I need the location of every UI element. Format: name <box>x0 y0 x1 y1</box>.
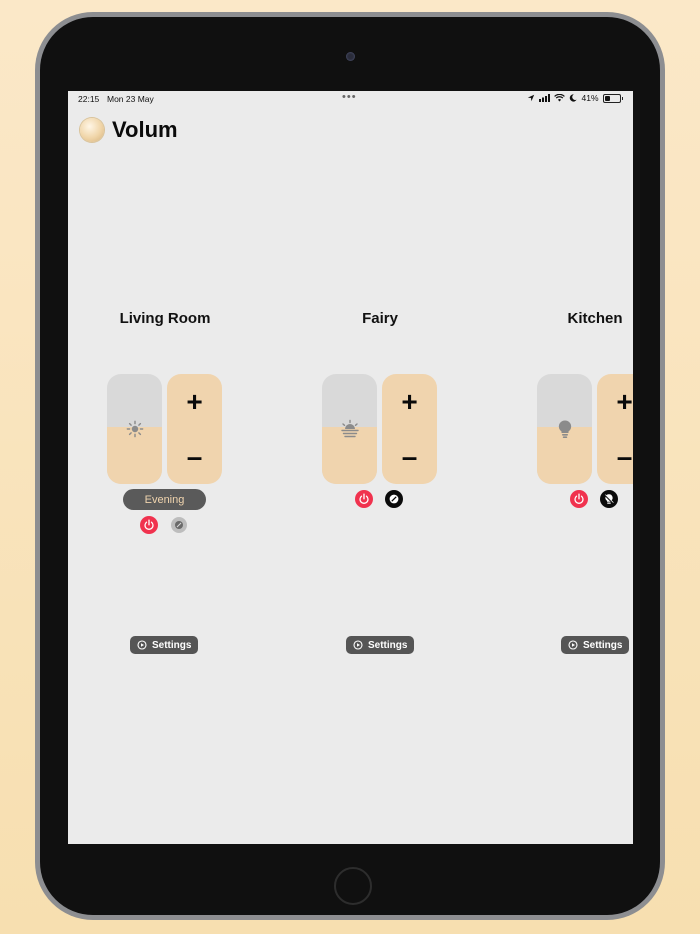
gear-icon <box>137 640 147 650</box>
app-screen: 22:15 Mon 23 May ••• 41% Volum Living Ro… <box>68 91 633 844</box>
room-title: Kitchen <box>567 310 623 327</box>
brightness-stepper: + – <box>382 374 437 484</box>
edit-button[interactable] <box>385 490 403 508</box>
room-card-living-room: Living Room + – Evening Settings <box>85 91 245 844</box>
power-button[interactable] <box>570 490 588 508</box>
decrease-button[interactable]: – <box>382 429 437 484</box>
increase-button[interactable]: + <box>597 374 633 429</box>
settings-label: Settings <box>583 639 623 651</box>
power-button[interactable] <box>355 490 373 508</box>
brightness-slider[interactable] <box>322 374 377 484</box>
room-title: Fairy <box>362 310 398 327</box>
gear-icon <box>568 640 578 650</box>
pencil-icon <box>389 494 399 504</box>
settings-button[interactable]: Settings <box>561 636 630 654</box>
power-button[interactable] <box>140 516 158 534</box>
brightness-stepper: + – <box>167 374 222 484</box>
gear-icon <box>353 640 363 650</box>
home-button[interactable] <box>334 867 372 905</box>
increase-button[interactable]: + <box>382 374 437 429</box>
sunrise-icon <box>340 419 359 438</box>
pencil-icon <box>175 521 183 529</box>
decrease-button[interactable]: – <box>597 429 633 484</box>
room-card-kitchen: Kitchen + – Settings <box>515 91 633 844</box>
brightness-slider[interactable] <box>107 374 162 484</box>
lightbulb-slash-icon <box>604 494 614 504</box>
power-icon <box>144 519 154 530</box>
power-icon <box>574 493 584 504</box>
settings-label: Settings <box>152 639 192 651</box>
settings-label: Settings <box>368 639 408 651</box>
room-card-fairy: Fairy + – Settings <box>300 91 460 844</box>
camera-icon <box>346 52 355 61</box>
room-title: Living Room <box>119 310 211 327</box>
settings-button[interactable]: Settings <box>346 636 415 654</box>
power-icon <box>359 493 369 504</box>
brightness-slider[interactable] <box>537 374 592 484</box>
decrease-button[interactable]: – <box>167 429 222 484</box>
light-off-button[interactable] <box>600 490 618 508</box>
brightness-stepper: + – <box>597 374 633 484</box>
sun-icon <box>126 420 143 438</box>
edit-button[interactable] <box>171 517 187 533</box>
scene-selector[interactable]: Evening <box>123 489 206 510</box>
lightbulb-icon <box>558 420 571 438</box>
increase-button[interactable]: + <box>167 374 222 429</box>
settings-button[interactable]: Settings <box>130 636 199 654</box>
